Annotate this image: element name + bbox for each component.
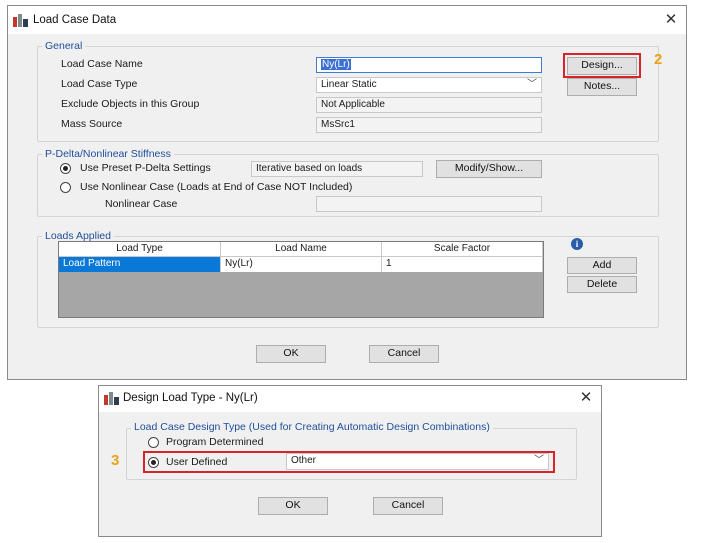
load-case-data-dialog: Load Case Data ✕ General Load Case Name … bbox=[7, 5, 687, 380]
notes-button[interactable]: Notes... bbox=[567, 78, 637, 96]
column-header-scale-factor[interactable]: Scale Factor bbox=[382, 242, 543, 257]
cancel-button[interactable]: Cancel bbox=[369, 345, 439, 363]
nonlinear-case-option-label[interactable]: Use Nonlinear Case (Loads at End of Case… bbox=[80, 181, 352, 193]
dialog-title: Load Case Data bbox=[33, 14, 117, 26]
title-bar: Load Case Data ✕ bbox=[8, 6, 686, 34]
mass-source-label: Mass Source bbox=[61, 118, 123, 130]
app-icon bbox=[104, 392, 119, 405]
design-load-type-dialog: Design Load Type - Ny(Lr) ✕ Load Case De… bbox=[98, 385, 602, 537]
close-icon[interactable]: ✕ bbox=[662, 11, 680, 29]
program-determined-radio[interactable] bbox=[148, 437, 159, 448]
delete-button[interactable]: Delete bbox=[567, 276, 637, 293]
design-title-bar: Design Load Type - Ny(Lr) ✕ bbox=[99, 386, 601, 412]
exclude-objects-label: Exclude Objects in this Group bbox=[61, 98, 200, 110]
ok-button[interactable]: OK bbox=[256, 345, 326, 363]
preset-pdelta-value: Iterative based on loads bbox=[256, 163, 363, 174]
exclude-objects-value: Not Applicable bbox=[321, 99, 385, 110]
step-marker-3: 3 bbox=[111, 452, 120, 469]
preset-pdelta-field: Iterative based on loads bbox=[251, 161, 423, 177]
pdelta-legend: P-Delta/Nonlinear Stiffness bbox=[42, 148, 174, 160]
design-ok-button[interactable]: OK bbox=[258, 497, 328, 515]
preset-pdelta-label[interactable]: Use Preset P-Delta Settings bbox=[80, 162, 211, 174]
table-cell-load-name[interactable]: Ny(Lr) bbox=[221, 257, 382, 272]
column-header-load-name[interactable]: Load Name bbox=[221, 242, 382, 257]
chevron-down-icon: ﹀ bbox=[527, 79, 537, 90]
load-case-type-label: Load Case Type bbox=[61, 78, 138, 90]
app-icon bbox=[13, 14, 28, 27]
add-button[interactable]: Add bbox=[567, 257, 637, 274]
design-cancel-button[interactable]: Cancel bbox=[373, 497, 443, 515]
nonlinear-case-label: Nonlinear Case bbox=[105, 198, 178, 210]
user-defined-highlight bbox=[143, 451, 555, 473]
step-marker-2: 2 bbox=[654, 51, 663, 68]
design-type-legend: Load Case Design Type (Used for Creating… bbox=[131, 421, 493, 433]
load-case-name-value: Ny(Lr) bbox=[321, 59, 351, 70]
mass-source-value: MsSrc1 bbox=[321, 119, 355, 130]
column-header-load-type[interactable]: Load Type bbox=[59, 242, 221, 257]
close-icon[interactable]: ✕ bbox=[577, 389, 595, 407]
nonlinear-case-radio[interactable] bbox=[60, 182, 71, 193]
modify-show-button[interactable]: Modify/Show... bbox=[436, 160, 542, 178]
design-button-highlight bbox=[563, 53, 641, 78]
loads-table: Load Type Load Name Scale Factor Load Pa… bbox=[58, 241, 544, 318]
info-icon[interactable]: i bbox=[571, 238, 583, 250]
nonlinear-case-field bbox=[316, 196, 542, 212]
load-case-type-select[interactable]: Linear Static ﹀ bbox=[316, 77, 542, 93]
load-case-name-label: Load Case Name bbox=[61, 58, 143, 70]
table-cell-scale-factor[interactable]: 1 bbox=[382, 257, 543, 272]
load-case-type-value: Linear Static bbox=[321, 79, 377, 90]
design-dialog-title: Design Load Type - Ny(Lr) bbox=[123, 392, 258, 404]
mass-source-field: MsSrc1 bbox=[316, 117, 542, 133]
preset-pdelta-radio[interactable] bbox=[60, 163, 71, 174]
load-case-name-input[interactable]: Ny(Lr) bbox=[316, 57, 542, 73]
exclude-objects-field: Not Applicable bbox=[316, 97, 542, 113]
general-legend: General bbox=[42, 40, 86, 52]
table-cell-load-type[interactable]: Load Pattern bbox=[59, 257, 221, 272]
program-determined-label[interactable]: Program Determined bbox=[166, 436, 263, 448]
